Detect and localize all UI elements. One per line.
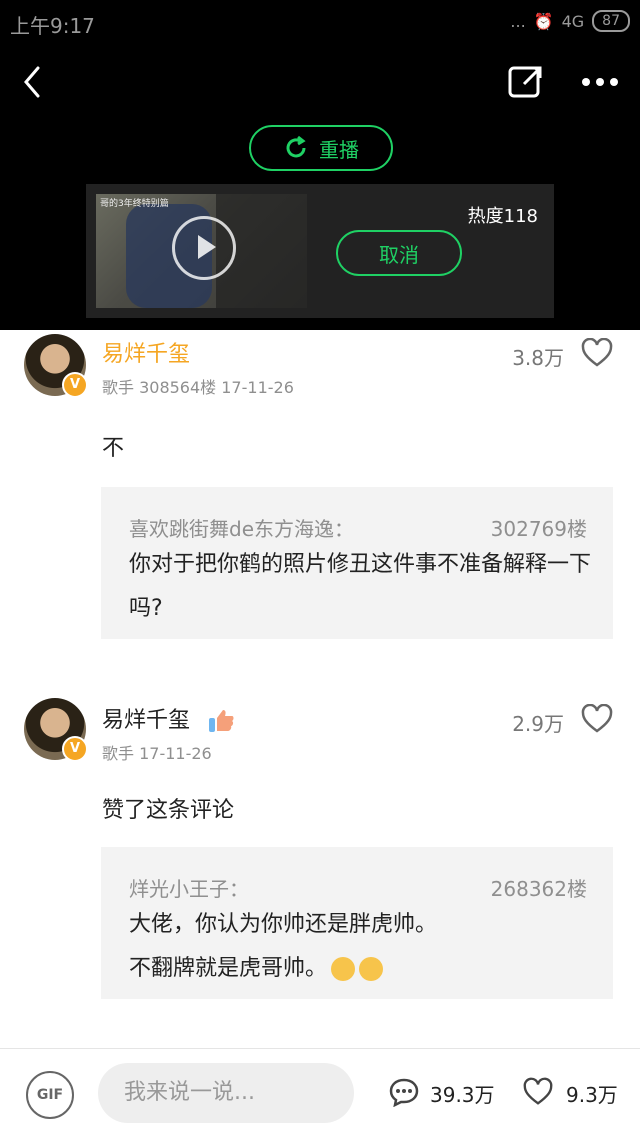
like-count: 3.8万 <box>512 346 564 370</box>
alarm-icon: ⏰ <box>533 11 554 31</box>
comment-text: 不 <box>102 436 125 461</box>
likes-count: 9.3万 <box>566 1083 618 1107</box>
quoted-line-2-row: 不翻牌就是虎哥帅。 <box>129 947 599 991</box>
comment-author[interactable]: 易烊千玺 <box>102 708 190 733</box>
play-icon[interactable] <box>172 216 236 280</box>
heart-icon[interactable] <box>522 1077 554 1107</box>
quoted-line-2: 不翻牌就是虎哥帅。 <box>129 956 328 981</box>
verified-badge-icon: V <box>62 372 88 398</box>
comment-meta: 歌手 308564楼 17-11-26 <box>102 378 294 397</box>
comments-count: 39.3万 <box>430 1083 495 1107</box>
comment-input[interactable]: 我来说一说... <box>98 1063 354 1123</box>
comment-text: 赞了这条评论 <box>102 798 235 823</box>
replay-button[interactable]: 重播 <box>249 125 393 171</box>
smirk-emoji-icon <box>331 957 356 981</box>
gif-button[interactable]: GIF <box>26 1071 74 1119</box>
replay-label: 重播 <box>319 137 359 162</box>
comment-meta: 歌手 17-11-26 <box>102 744 212 763</box>
quoted-comment[interactable]: 喜欢跳街舞de东方海逸： 302769楼 你对于把你鹤的照片修丑这件事不准备解释… <box>101 487 613 639</box>
quoted-floor: 268362楼 <box>490 877 587 901</box>
status-right: ... ⏰ 4G 87 <box>510 10 630 32</box>
heart-icon[interactable] <box>580 338 614 368</box>
battery-badge: 87 <box>592 10 630 32</box>
top-area: 上午9:17 ... ⏰ 4G 87 重播 哥的3年终特别篇 热度118 取消 <box>0 0 640 330</box>
avatar[interactable]: V <box>24 334 88 398</box>
smirk-emoji-icon <box>359 957 384 981</box>
quoted-comment[interactable]: 烊光小王子： 268362楼 大佬，你认为你帅还是胖虎帅。 不翻牌就是虎哥帅。 <box>101 847 613 999</box>
heat-label: 热度118 <box>467 206 538 227</box>
share-icon[interactable] <box>506 64 546 100</box>
bottom-bar: GIF 我来说一说... 39.3万 9.3万 <box>0 1048 640 1139</box>
comment-author-row: 易烊千玺 <box>102 702 235 734</box>
avatar[interactable]: V <box>24 698 88 762</box>
replay-icon <box>286 135 306 158</box>
more-dots-icon: ... <box>510 11 526 31</box>
comment-item: V 易烊千玺 歌手 17-11-26 2.9万 赞了这条评论 烊光小王子： 26… <box>0 698 640 1008</box>
verified-badge-icon: V <box>62 736 88 762</box>
comment-author[interactable]: 易烊千玺 <box>102 336 190 368</box>
video-card: 哥的3年终特别篇 热度118 取消 <box>86 184 554 318</box>
quoted-text: 大佬，你认为你帅还是胖虎帅。 不翻牌就是虎哥帅。 <box>129 903 599 991</box>
status-bar: 上午9:17 ... ⏰ 4G 87 <box>0 0 640 44</box>
more-icon[interactable] <box>578 70 622 94</box>
thumbs-up-icon <box>209 710 234 732</box>
quoted-line-1: 大佬，你认为你帅还是胖虎帅。 <box>129 912 438 937</box>
quoted-floor: 302769楼 <box>490 517 587 541</box>
cancel-button[interactable]: 取消 <box>336 230 462 276</box>
back-arrow-icon[interactable] <box>18 64 50 100</box>
like-count: 2.9万 <box>512 712 564 736</box>
status-time: 上午9:17 <box>10 14 95 38</box>
comment-item: V 易烊千玺 歌手 308564楼 17-11-26 3.8万 不 喜欢跳街舞d… <box>0 334 640 644</box>
quoted-author: 烊光小王子： <box>129 877 249 901</box>
quoted-text: 你对于把你鹤的照片修丑这件事不准备解释一下吗? <box>129 552 592 621</box>
comment-bubble-icon[interactable] <box>388 1077 420 1107</box>
heart-icon[interactable] <box>580 704 614 734</box>
video-thumbnail[interactable]: 哥的3年终特别篇 <box>96 194 307 308</box>
quoted-author: 喜欢跳街舞de东方海逸： <box>129 517 354 541</box>
signal-text: 4G <box>561 11 585 31</box>
thumbnail-caption: 哥的3年终特别篇 <box>100 199 169 209</box>
